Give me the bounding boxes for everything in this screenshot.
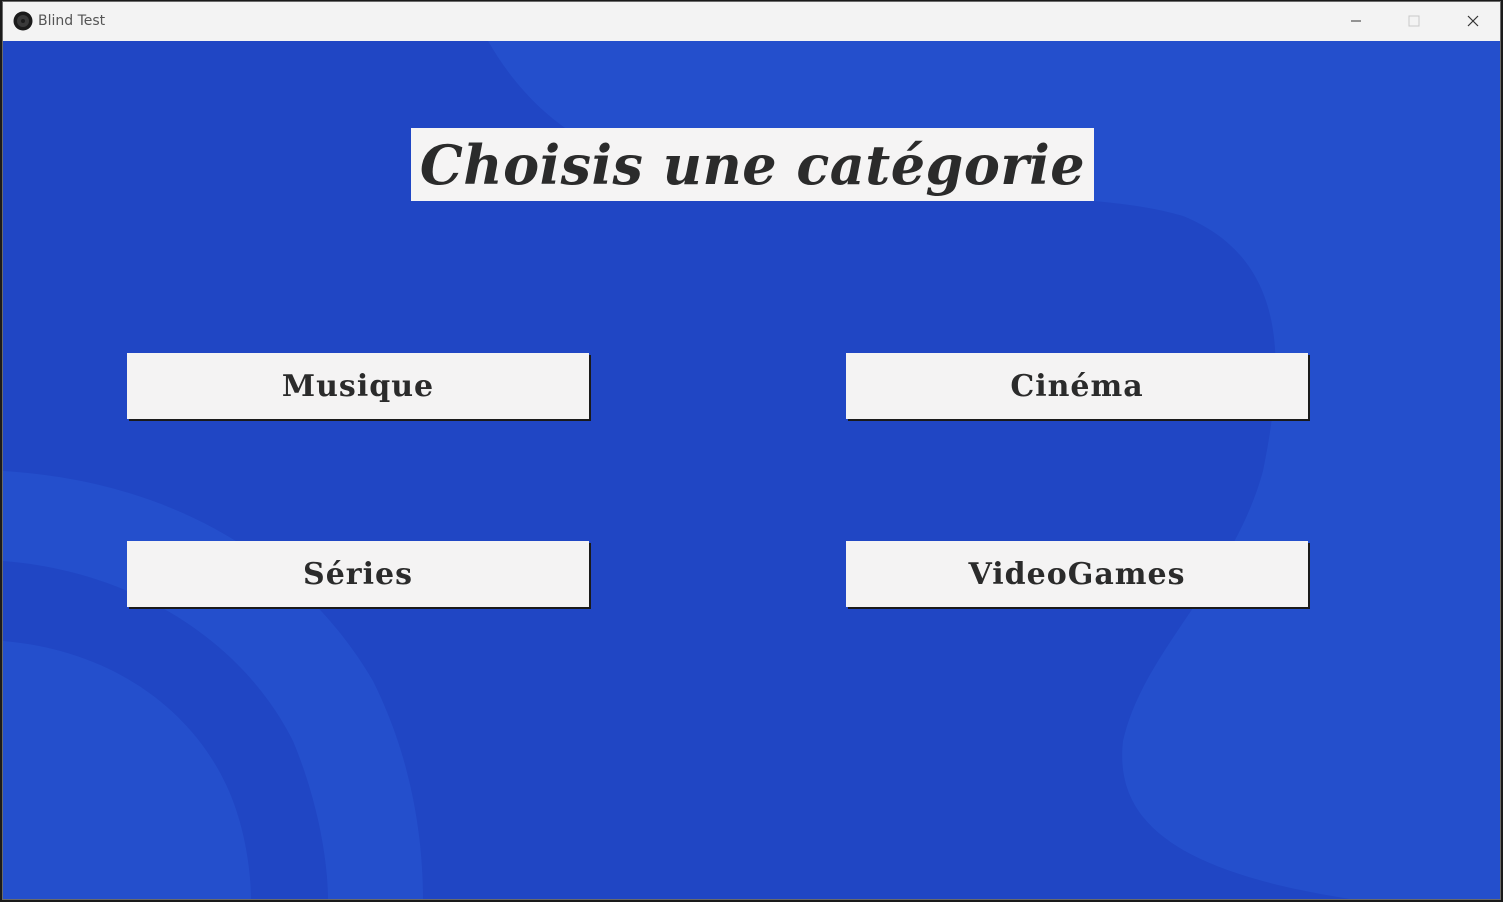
minimize-button[interactable] [1327,2,1385,41]
series-button[interactable]: Séries [127,541,589,607]
category-screen: Choisis une catégorie Musique Cinéma Sér… [3,41,1500,899]
blind-test-logo-icon [13,11,33,31]
series-button-label: Séries [303,556,413,592]
maximize-button[interactable] [1385,2,1443,41]
app-window: Blind Test Choisis une catégorie Musique… [2,1,1501,900]
musique-button-label: Musique [281,368,435,404]
musique-button[interactable]: Musique [127,353,589,419]
videogames-button[interactable]: VideoGames [846,541,1308,607]
title-bar[interactable]: Blind Test [3,2,1500,41]
minimize-icon [1350,12,1362,31]
maximize-icon [1408,12,1420,31]
cinema-button[interactable]: Cinéma [846,353,1308,419]
close-icon [1467,12,1479,31]
videogames-button-label: VideoGames [968,556,1186,592]
page-title-box: Choisis une catégorie [411,128,1094,201]
close-button[interactable] [1444,2,1500,41]
cinema-button-label: Cinéma [1010,368,1144,404]
window-title: Blind Test [38,13,106,29]
page-title: Choisis une catégorie [419,132,1086,197]
